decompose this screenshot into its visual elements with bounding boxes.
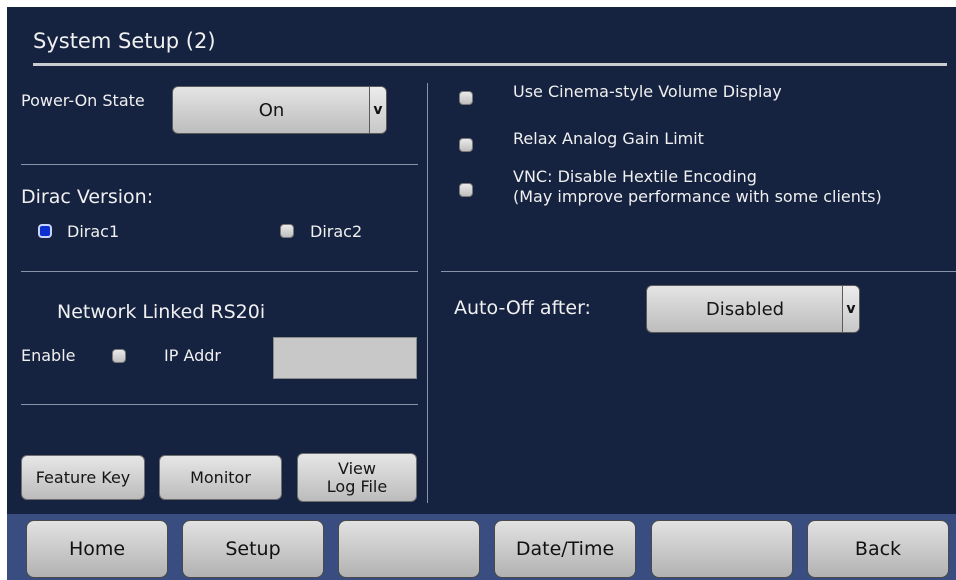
- page-title: System Setup (2): [33, 29, 216, 53]
- enable-checkbox[interactable]: [112, 349, 126, 363]
- power-on-dropdown[interactable]: On v: [172, 86, 387, 134]
- section-divider: [21, 404, 418, 405]
- cinema-volume-label: Use Cinema-style Volume Display: [513, 82, 782, 101]
- power-on-label: Power-On State: [21, 91, 145, 110]
- blank-nav-button-1[interactable]: [338, 520, 480, 578]
- network-heading: Network Linked RS20i: [57, 301, 266, 323]
- monitor-button[interactable]: Monitor: [159, 455, 282, 500]
- chevron-down-icon[interactable]: v: [369, 87, 386, 133]
- vnc-hextile-checkbox[interactable]: [459, 183, 473, 197]
- relax-gain-label: Relax Analog Gain Limit: [513, 129, 704, 148]
- home-button[interactable]: Home: [26, 520, 168, 578]
- date-time-button[interactable]: Date/Time: [494, 520, 636, 578]
- title-divider: [33, 63, 947, 66]
- dirac1-checkbox[interactable]: [38, 224, 52, 238]
- chevron-down-icon[interactable]: v: [842, 286, 859, 332]
- ip-addr-label: IP Addr: [164, 346, 222, 365]
- back-button[interactable]: Back: [807, 520, 949, 578]
- view-log-file-button[interactable]: View Log File: [297, 453, 417, 502]
- column-divider: [427, 83, 428, 503]
- dirac2-label: Dirac2: [310, 222, 363, 241]
- ip-addr-input[interactable]: [273, 337, 417, 379]
- vnc-hextile-label: VNC: Disable Hextile Encoding (May impro…: [513, 167, 882, 206]
- section-divider: [441, 271, 956, 272]
- section-divider: [21, 271, 418, 272]
- dirac2-checkbox[interactable]: [280, 224, 294, 238]
- auto-off-dropdown[interactable]: Disabled v: [646, 285, 860, 333]
- auto-off-label: Auto-Off after:: [454, 297, 591, 319]
- dirac1-label: Dirac1: [67, 222, 120, 241]
- dirac-version-label: Dirac Version:: [21, 186, 154, 208]
- enable-label: Enable: [21, 346, 76, 365]
- setup-button[interactable]: Setup: [182, 520, 324, 578]
- setup-screen: System Setup (2) Power-On State On v Dir…: [7, 7, 956, 580]
- feature-key-button[interactable]: Feature Key: [21, 455, 145, 500]
- section-divider: [21, 164, 418, 165]
- relax-gain-checkbox[interactable]: [459, 138, 473, 152]
- auto-off-value: Disabled: [705, 298, 785, 320]
- power-on-value: On: [258, 99, 285, 121]
- cinema-volume-checkbox[interactable]: [459, 91, 473, 105]
- blank-nav-button-2[interactable]: [651, 520, 793, 578]
